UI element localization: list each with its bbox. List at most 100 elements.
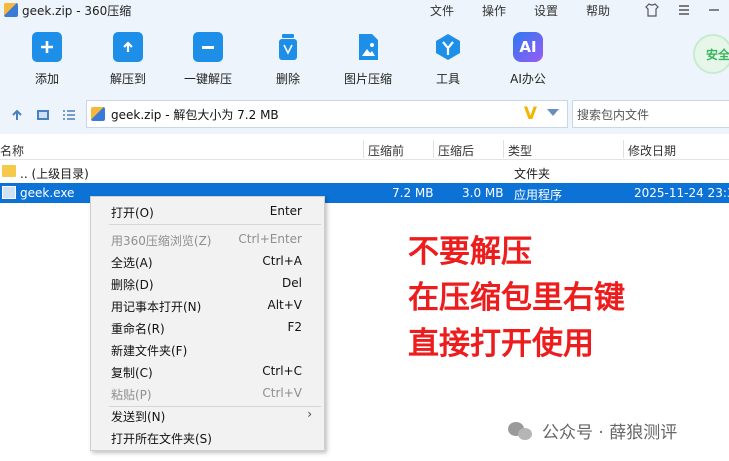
menu-item-shortcut: Del [282,276,302,290]
menu-item-shortcut: Enter [269,204,302,218]
menu-item-label: 全选(A) [111,256,153,270]
file-type: 文件夹 [514,167,551,181]
path-text: geek.zip - 解包大小为 7.2 MB [111,107,279,122]
image-compress-label: 图片压缩 [343,72,392,86]
delete-button[interactable]: 删除 [256,32,320,87]
chevron-down-icon[interactable] [547,109,559,116]
menu-lines-icon[interactable] [676,2,692,18]
file-size-before: 7.2 MB [392,186,434,200]
extract-to-icon [113,32,143,62]
menu-item-shortcut: Ctrl+A [262,254,302,268]
menu-item-label: 粘贴(P) [111,388,152,402]
menu-item-label: 打开(O) [111,206,154,220]
column-divider[interactable] [623,140,624,158]
menu-item-rename[interactable]: 重命名(R) F2 [91,316,324,338]
add-button[interactable]: 添加 [15,32,79,87]
menu-item-select-all[interactable]: 全选(A) Ctrl+A [91,250,324,272]
search-input[interactable]: 搜索包内文件 [572,100,729,128]
column-divider[interactable] [503,140,504,158]
delete-label: 删除 [275,72,300,86]
extract-to-label: 解压到 [109,72,146,86]
menu-item-shortcut: Ctrl+V [262,386,302,400]
menu-item-shortcut: Ctrl+C [262,364,302,378]
list-view-icon[interactable] [62,108,76,122]
column-type[interactable]: 类型 [508,142,532,159]
tools-button[interactable]: 工具 [416,32,480,87]
ai-glyph: AI [519,38,537,56]
zip-file-icon [91,107,105,121]
path-field[interactable]: geek.zip - 解包大小为 7.2 MB V [86,100,568,128]
chevron-right-icon: › [307,407,312,421]
annotation-line-1: 不要解压 [408,234,532,270]
column-header-row: 名称 压缩前 压缩后 类型 修改日期 [0,138,729,160]
image-compress-button[interactable]: 图片压缩 [336,32,400,87]
minimize-icon[interactable] [706,2,722,18]
column-divider[interactable] [363,140,364,158]
exe-file-icon [2,186,16,199]
watermark-text: 公众号 · 薛狼测评 [542,423,678,443]
menu-item-browse-360[interactable]: 用360压缩浏览(Z) Ctrl+Enter [91,228,324,250]
address-bar: geek.zip - 解包大小为 7.2 MB V 搜索包内文件 [0,96,729,134]
menu-action[interactable]: 操作 [482,2,506,19]
ai-icon: AI [513,32,543,62]
column-after[interactable]: 压缩后 [438,142,474,159]
column-name[interactable]: 名称 [0,142,24,159]
add-label: 添加 [34,72,59,86]
menu-item-open[interactable]: 打开(O) Enter [91,200,324,222]
trash-icon [273,32,303,62]
search-placeholder: 搜索包内文件 [577,107,650,122]
menu-item-paste[interactable]: 粘贴(P) Ctrl+V [91,382,324,404]
extract-to-button[interactable]: 解压到 [96,32,160,87]
thumbnail-view-icon[interactable] [36,108,50,122]
menu-item-label: 新建文件夹(F) [111,344,188,358]
watermark: 公众号 · 薛狼测评 [508,418,677,443]
menu-separator [109,224,321,225]
menu-item-label: 复制(C) [111,366,153,380]
menu-item-open-notepad[interactable]: 用记事本打开(N) Alt+V [91,294,324,316]
file-name: .. (上级目录) [20,167,89,181]
menu-item-send-to[interactable]: 发送到(N) › [91,404,324,426]
menu-item-label: 发送到(N) [111,410,166,424]
menu-item-label: 打开所在文件夹(S) [111,432,212,446]
table-row[interactable]: .. (上级目录) 文件夹 [0,162,729,182]
v-logo-icon: V [523,104,537,124]
menu-item-new-folder[interactable]: 新建文件夹(F) [91,338,324,360]
menu-bar: 文件 操作 设置 帮助 [0,0,729,20]
menu-item-open-containing-folder[interactable]: 打开所在文件夹(S) [91,426,324,448]
column-modified[interactable]: 修改日期 [628,142,676,159]
security-badge[interactable]: 安全 [693,34,729,74]
ai-office-label: AI办公 [510,72,546,86]
file-modified: 2025-11-24 23:3 [634,186,729,200]
context-menu: 打开(O) Enter 用360压缩浏览(Z) Ctrl+Enter 全选(A)… [90,196,325,451]
one-click-extract-label: 一键解压 [183,72,232,86]
security-badge-label: 安全 [705,47,729,62]
column-divider[interactable] [433,140,434,158]
wechat-icon [508,420,534,442]
menu-item-shortcut: Ctrl+Enter [238,232,302,246]
file-name: geek.exe [20,186,75,200]
menu-item-label: 删除(D) [111,278,154,292]
menu-item-shortcut: F2 [287,320,302,334]
tools-icon [433,32,463,62]
add-icon [32,32,62,62]
menu-item-label: 重命名(R) [111,322,165,336]
menu-settings[interactable]: 设置 [534,2,558,19]
up-arrow-icon[interactable] [10,108,24,122]
image-compress-icon [353,32,383,62]
menu-help[interactable]: 帮助 [586,2,610,19]
menu-item-label: 用360压缩浏览(Z) [111,234,212,248]
one-click-extract-icon [193,32,223,62]
shirt-icon[interactable] [644,2,660,18]
menu-item-delete[interactable]: 删除(D) Del [91,272,324,294]
file-type: 应用程序 [514,188,563,202]
one-click-extract-button[interactable]: 一键解压 [176,32,240,87]
tools-label: 工具 [435,72,460,86]
menu-item-shortcut: Alt+V [267,298,302,312]
menu-item-copy[interactable]: 复制(C) Ctrl+C [91,360,324,382]
folder-icon [2,165,16,177]
menu-file[interactable]: 文件 [430,2,454,19]
annotation-line-2: 在压缩包里右键 [408,280,625,316]
menu-item-label: 用记事本打开(N) [111,300,202,314]
ai-office-button[interactable]: AI AI办公 [496,32,560,87]
column-before[interactable]: 压缩前 [368,142,404,159]
